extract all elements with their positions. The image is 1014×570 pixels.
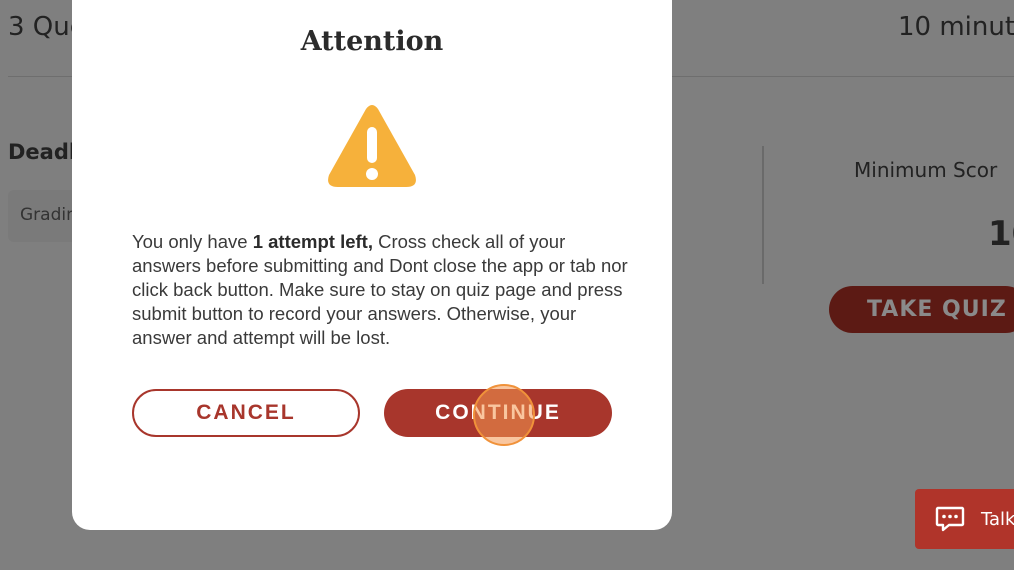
minimum-score-label: Minimum Scor (854, 158, 998, 182)
grading-text: Gradin (20, 205, 77, 225)
dialog-title: Attention (300, 26, 444, 57)
take-quiz-button[interactable]: TAKE QUIZ (829, 286, 1014, 333)
attempts-left-text: 1 attempt left, (252, 231, 373, 252)
cancel-button[interactable]: CANCEL (132, 389, 360, 437)
time-limit-text: 10 minut (898, 12, 1014, 42)
minimum-score-value: 10 (988, 214, 1014, 254)
attention-dialog: Attention You only have 1 attempt left, … (72, 0, 672, 530)
vertical-divider (762, 146, 764, 284)
talk-button[interactable]: Talk (915, 489, 1014, 549)
warning-triangle-icon (328, 105, 416, 187)
click-indicator (473, 384, 535, 446)
chat-bubble-icon (935, 506, 965, 532)
dialog-message: You only have 1 attempt left, Cross chec… (132, 230, 632, 350)
deadline-label: Deadl (8, 140, 77, 164)
message-prefix: You only have (132, 231, 253, 252)
talk-label: Talk (981, 508, 1014, 530)
